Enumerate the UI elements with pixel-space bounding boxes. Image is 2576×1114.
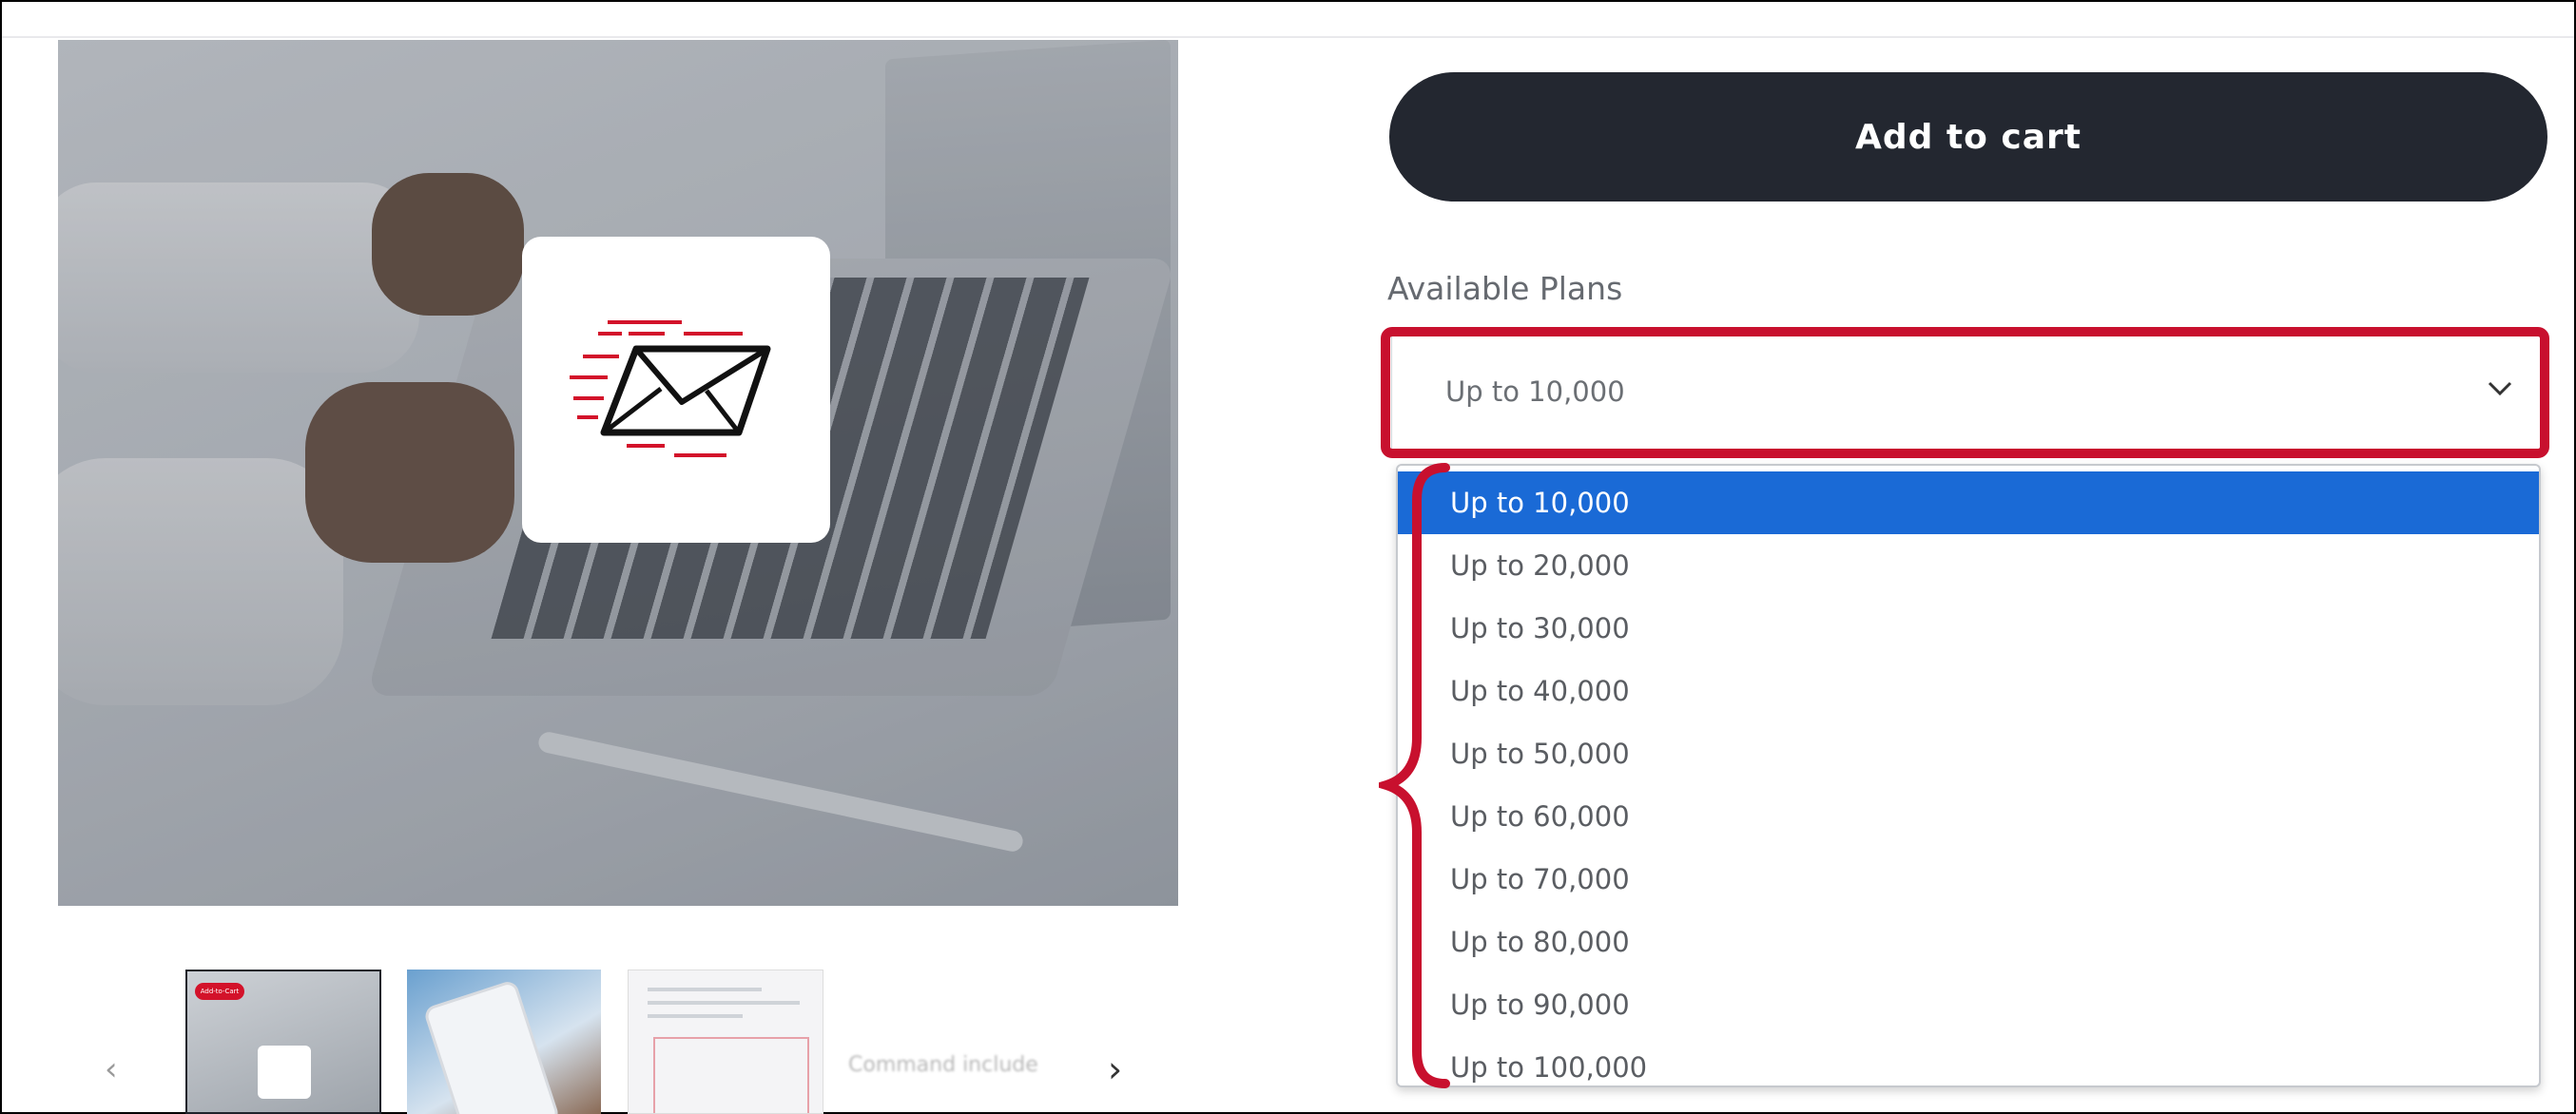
thumbnail-badge: Add-to-Cart bbox=[195, 983, 244, 1000]
dropdown-option[interactable]: Up to 70,000 bbox=[1398, 848, 2539, 911]
dropdown-option[interactable]: Up to 60,000 bbox=[1398, 785, 2539, 848]
thumb-line bbox=[648, 1001, 800, 1005]
dropdown-option[interactable]: Up to 50,000 bbox=[1398, 722, 2539, 785]
header-divider bbox=[2, 36, 2574, 38]
dropdown-option[interactable]: Up to 90,000 bbox=[1398, 973, 2539, 1036]
available-plans-label: Available Plans bbox=[1387, 270, 1623, 307]
product-main-image[interactable] bbox=[58, 40, 1178, 906]
thumbnail-2[interactable] bbox=[407, 970, 601, 1114]
curly-brace-annotation bbox=[1379, 463, 1450, 1088]
dropdown-option[interactable]: Up to 20,000 bbox=[1398, 534, 2539, 597]
plans-dropdown-list[interactable]: Up to 10,000 Up to 20,000 Up to 30,000 U… bbox=[1396, 464, 2541, 1087]
thumbnail-1[interactable]: Add-to-Cart bbox=[185, 970, 381, 1114]
dropdown-option[interactable]: Up to 30,000 bbox=[1398, 597, 2539, 660]
chevron-right-icon: › bbox=[1108, 1048, 1123, 1090]
thumb-line bbox=[648, 988, 762, 991]
dropdown-option[interactable]: Up to 40,000 bbox=[1398, 660, 2539, 722]
gallery-prev-button[interactable]: ‹ bbox=[105, 1050, 118, 1088]
thumbnail-4[interactable]: Command include bbox=[848, 1053, 1048, 1077]
chevron-left-icon: ‹ bbox=[105, 1050, 118, 1088]
dropdown-option[interactable]: Up to 100,000 bbox=[1398, 1036, 2539, 1085]
thumbnail-logo bbox=[258, 1046, 311, 1099]
select-highlight-annotation bbox=[1381, 327, 2549, 458]
thumbnail-3[interactable] bbox=[628, 970, 823, 1114]
dropdown-option[interactable]: Up to 10,000 bbox=[1398, 471, 2539, 534]
thumb-line bbox=[648, 1014, 743, 1018]
gallery-next-button[interactable]: › bbox=[1108, 1048, 1122, 1090]
product-logo-card bbox=[522, 237, 830, 543]
email-send-icon bbox=[570, 320, 771, 457]
thumbnail-caption: Command include bbox=[848, 1053, 1038, 1077]
thumb-highlight-box bbox=[653, 1037, 809, 1113]
dropdown-option[interactable]: Up to 80,000 bbox=[1398, 911, 2539, 973]
add-to-cart-button[interactable]: Add to cart bbox=[1389, 72, 2547, 202]
phone-image bbox=[422, 979, 561, 1114]
